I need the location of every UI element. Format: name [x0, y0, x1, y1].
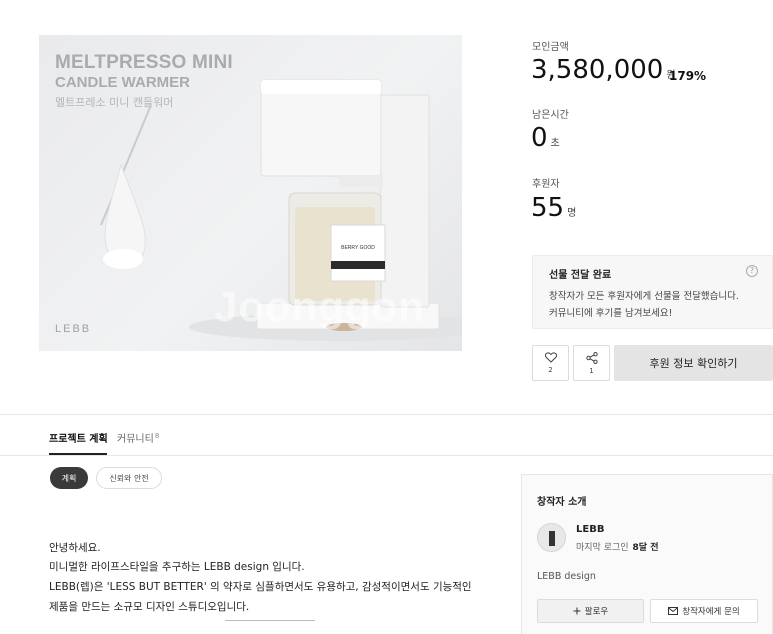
creator-avatar[interactable] [537, 523, 566, 552]
watermark: Joonggon [214, 283, 425, 330]
notice-title: 선물 전달 완료 [549, 270, 612, 281]
amount-value: 3,580,000 원 [531, 55, 676, 85]
follow-label: 팔로우 [584, 607, 609, 617]
pill-trust-safety[interactable]: 신뢰와 안전 [96, 467, 162, 489]
tab-community-label: 커뮤니티 [117, 434, 154, 445]
hero-korean-title: 멜트프레소 미니 캔들워머 [55, 96, 174, 109]
contact-creator-button[interactable]: 창작자에게 문의 [650, 599, 758, 623]
gift-delivered-notice: 선물 전달 완료 ? 창작자가 모든 후원자에게 선물을 전달했습니다. 커뮤니… [532, 255, 773, 329]
project-page: BERRY GOOD MELTPRESSO MINI CANDLE WARMER… [0, 0, 773, 634]
tab-project-plan[interactable]: 프로젝트 계획 [49, 430, 108, 445]
backers-unit: 명 [567, 208, 577, 219]
mail-icon [668, 607, 679, 615]
story-line-3: LEBB(렙)은 'LESS BUT BETTER' 의 약자로 심플하면서도 … [49, 581, 472, 593]
backers-label: 후원자 [532, 179, 560, 190]
backers-value: 55 명 [531, 193, 576, 223]
hero-brand-logo: LEBB [55, 323, 92, 335]
share-button[interactable]: 1 [573, 345, 610, 381]
time-label: 남은시간 [532, 110, 569, 121]
story-line-4: 제품을 만드는 소규모 디자인 스튜디오입니다. [49, 601, 250, 613]
contact-label: 창작자에게 문의 [682, 607, 740, 617]
notice-text-line1: 창작자가 모든 후원자에게 선물을 전달했습니다. [549, 291, 739, 302]
pill-plan[interactable]: 계획 [50, 467, 88, 489]
amount-label: 모인금액 [532, 42, 569, 53]
creator-heading: 창작자 소개 [537, 497, 587, 508]
product-image[interactable]: BERRY GOOD MELTPRESSO MINI CANDLE WARMER… [39, 35, 462, 351]
view-pledge-button[interactable]: 후원 정보 확인하기 [614, 345, 773, 381]
time-value: 0초 [531, 123, 560, 153]
creator-name[interactable]: LEBB [576, 524, 604, 535]
notice-text-line2: 커뮤니티에 후기를 남겨보세요! [549, 308, 673, 319]
funding-percent: 179% [669, 69, 707, 83]
creator-card: 창작자 소개 LEBB 마지막 로그인 8달 전 LEBB design 팔로우 … [521, 474, 773, 634]
like-button[interactable]: 2 [532, 345, 569, 381]
story-divider [225, 620, 315, 621]
hero-subtitle: CANDLE WARMER [55, 74, 190, 91]
time-number: 0 [531, 123, 548, 153]
creator-description: LEBB design [537, 571, 596, 582]
last-login-label: 마지막 로그인 [576, 543, 629, 553]
amount-number: 3,580,000 [531, 55, 664, 85]
hero-title: MELTPRESSO MINI [55, 52, 233, 73]
heart-icon [544, 352, 557, 363]
tab-community[interactable]: 커뮤니티8 [117, 430, 159, 445]
jar-label: BERRY GOOD [341, 245, 375, 251]
story-line-1: 안녕하세요. [49, 542, 101, 554]
story-line-2: 미니멀한 라이프스타일을 추구하는 LEBB design 입니다. [49, 561, 305, 573]
last-login-value: 8달 전 [632, 543, 659, 553]
help-icon[interactable]: ? [746, 265, 758, 277]
creator-last-login: 마지막 로그인 8달 전 [576, 540, 659, 553]
section-divider [0, 414, 773, 415]
plus-icon [573, 607, 581, 615]
share-count: 1 [589, 366, 594, 375]
share-icon [585, 351, 598, 364]
tabs-divider [0, 455, 773, 456]
follow-button[interactable]: 팔로우 [537, 599, 644, 623]
like-count: 2 [548, 366, 553, 374]
backers-number: 55 [531, 193, 565, 223]
community-count: 8 [154, 431, 160, 440]
time-unit: 초 [550, 138, 560, 149]
